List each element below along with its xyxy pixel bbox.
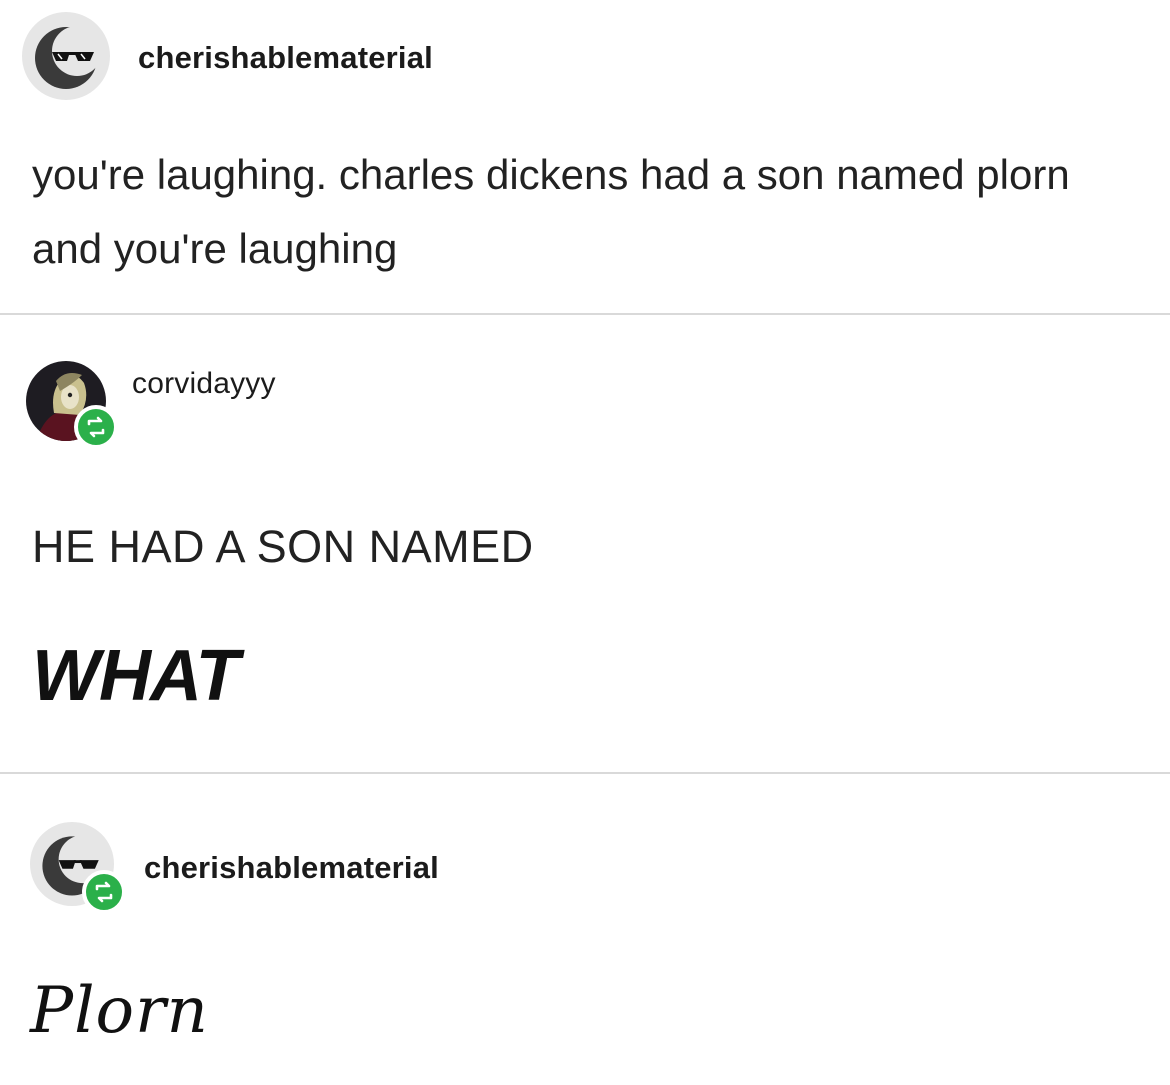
post-text-emphasis: WHAT <box>32 636 240 716</box>
username[interactable]: corvidayyy <box>132 367 276 401</box>
post-text-script: Plorn <box>30 974 209 1048</box>
username[interactable]: cherishablematerial <box>144 850 439 886</box>
post-1: cherishablematerial you're laughing. cha… <box>0 0 1170 314</box>
post-text-line1: HE HAD A SON NAMED <box>32 521 534 572</box>
username[interactable]: cherishablematerial <box>138 40 433 76</box>
post-2: corvidayyy HE HAD A SON NAMED WHAT <box>0 315 1170 773</box>
sunglasses-moon-icon <box>22 12 110 100</box>
post-3: cherishablematerial Plorn <box>0 774 1170 1085</box>
reblog-icon <box>82 870 126 914</box>
reblog-icon <box>74 405 118 449</box>
post-text: you're laughing. charles dickens had a s… <box>32 151 1070 272</box>
avatar[interactable] <box>22 12 110 100</box>
